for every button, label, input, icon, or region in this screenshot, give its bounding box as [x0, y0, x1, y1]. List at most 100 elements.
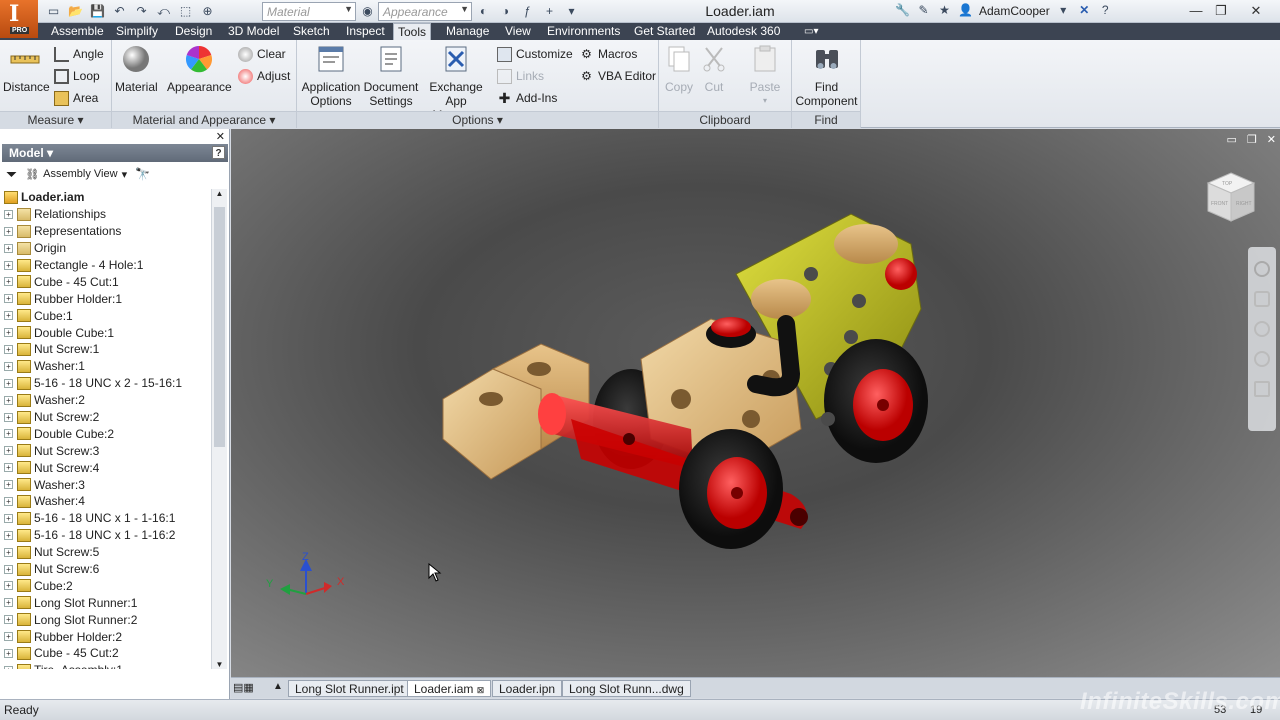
expand-icon[interactable]: +: [4, 429, 13, 439]
expand-icon[interactable]: +: [4, 581, 13, 591]
tree-node[interactable]: + Double Cube:2: [4, 425, 211, 442]
vba-editor-button[interactable]: ⚙ VBA Editor: [579, 67, 656, 85]
tab-assemble[interactable]: Assemble: [47, 23, 108, 40]
expand-icon[interactable]: +: [4, 311, 13, 321]
tree-node[interactable]: +5-16 - 18 UNC x 1 - 1-16:2: [4, 527, 211, 544]
expand-icon[interactable]: +: [4, 412, 13, 422]
customize-button[interactable]: Customize: [497, 45, 573, 63]
help-icon[interactable]: ?: [212, 146, 225, 159]
expand-icon[interactable]: +: [4, 598, 13, 608]
close-tab-icon[interactable]: ⊠: [477, 685, 485, 695]
settings-globe-icon[interactable]: ⊕: [200, 4, 215, 19]
undo-icon[interactable]: ↶: [112, 4, 127, 19]
filter-icon[interactable]: ⏷: [6, 166, 17, 183]
macros-button[interactable]: ⚙ Macros: [579, 45, 637, 63]
expand-icon[interactable]: +: [4, 530, 13, 540]
expand-icon[interactable]: +: [4, 243, 13, 253]
tree-node[interactable]: + Long Slot Runner:1: [4, 594, 211, 611]
doc-tab-long-slot-runner-ipt[interactable]: Long Slot Runner.ipt: [288, 680, 411, 697]
angle-button[interactable]: Angle: [54, 45, 104, 63]
tree-node[interactable]: + Nut Screw:3: [4, 442, 211, 459]
steering-wheel-icon[interactable]: [1254, 261, 1270, 277]
adjust-appearance-icon[interactable]: ◑: [498, 4, 513, 19]
tab-options-toggle-icon[interactable]: ▭▾: [800, 23, 822, 40]
expand-icon[interactable]: +: [4, 564, 13, 574]
appearance-button[interactable]: Appearance: [167, 44, 232, 94]
expand-icon[interactable]: +: [4, 226, 13, 236]
tree-node[interactable]: + Representations: [4, 223, 211, 240]
tree-node[interactable]: + Cube:1: [4, 307, 211, 324]
expand-icon[interactable]: +: [4, 648, 13, 658]
tree-node[interactable]: + Rubber Holder:1: [4, 290, 211, 307]
tree-node[interactable]: + Cube - 45 Cut:2: [4, 645, 211, 662]
tab-inspect[interactable]: Inspect: [342, 23, 389, 40]
help-icon[interactable]: ?: [1098, 3, 1113, 18]
restore-button[interactable]: ❐: [1205, 0, 1237, 22]
expand-icon[interactable]: +: [4, 277, 13, 287]
tree-node[interactable]: + Washer:1: [4, 358, 211, 375]
loop-button[interactable]: Loop: [54, 67, 100, 85]
user-name[interactable]: AdamCooper: [979, 4, 1050, 18]
look-at-icon[interactable]: [1254, 381, 1270, 397]
tree-node[interactable]: + Nut Screw:4: [4, 459, 211, 476]
tab-manage[interactable]: Manage: [442, 23, 493, 40]
expand-icon[interactable]: +: [4, 209, 13, 219]
paste-button[interactable]: Paste ▾: [747, 44, 783, 108]
expand-icon[interactable]: +: [4, 615, 13, 625]
expand-icon[interactable]: +: [4, 513, 13, 523]
zoom-icon[interactable]: [1254, 321, 1270, 337]
measure-panel-title[interactable]: Measure ▾: [0, 111, 111, 128]
tab-design[interactable]: Design: [171, 23, 216, 40]
tree-root[interactable]: Loader.iam: [4, 189, 211, 206]
tab-autodesk-360[interactable]: Autodesk 360: [703, 23, 784, 40]
expand-icon[interactable]: +: [4, 378, 13, 388]
tree-node[interactable]: + Double Cube:1: [4, 324, 211, 341]
tree-node[interactable]: + Washer:4: [4, 493, 211, 510]
star-icon[interactable]: ★: [937, 3, 952, 18]
adjust-button[interactable]: Adjust: [238, 67, 290, 85]
tab-3d-model[interactable]: 3D Model: [224, 23, 283, 40]
expand-icon[interactable]: +: [4, 395, 13, 405]
fx-icon[interactable]: ƒ: [520, 4, 535, 19]
expand-icon[interactable]: +: [4, 480, 13, 490]
browser-scrollbar[interactable]: ▲ ▼: [211, 189, 227, 669]
expand-icon[interactable]: +: [4, 294, 13, 304]
application-menu-button[interactable]: I PRO: [0, 0, 38, 38]
expand-icon[interactable]: +: [4, 665, 13, 669]
tab-sketch[interactable]: Sketch: [289, 23, 334, 40]
wrench-icon[interactable]: 🔧: [895, 3, 910, 18]
doc-tab-loader-iam[interactable]: Loader.iam ⊠: [407, 680, 492, 697]
tree-node[interactable]: + Relationships: [4, 206, 211, 223]
expand-icon[interactable]: +: [4, 463, 13, 473]
copy-button[interactable]: Copy: [661, 44, 697, 94]
loader-model[interactable]: [231, 129, 1280, 677]
tile-windows-icon[interactable]: ▤▦: [233, 681, 254, 694]
expand-icon[interactable]: +: [4, 496, 13, 506]
orbit-icon[interactable]: [1254, 351, 1270, 367]
distance-button[interactable]: Distance: [3, 44, 50, 94]
tab-get-started[interactable]: Get Started: [630, 23, 699, 40]
expand-icon[interactable]: +: [4, 328, 13, 338]
viewcube[interactable]: TOP FRONT RIGHT: [1202, 169, 1260, 227]
chevron-down-icon[interactable]: ▾: [564, 4, 579, 19]
tree-node[interactable]: + Nut Screw:1: [4, 341, 211, 358]
tab-environments[interactable]: Environments: [543, 23, 624, 40]
links-button[interactable]: Links: [497, 67, 544, 85]
tree-node[interactable]: + Cube - 45 Cut:1: [4, 273, 211, 290]
tab-simplify[interactable]: Simplify: [112, 23, 162, 40]
tools-icon[interactable]: ✎: [916, 3, 931, 18]
clear-button[interactable]: Clear: [238, 45, 286, 63]
expand-icon[interactable]: +: [4, 547, 13, 557]
graphics-viewport[interactable]: ▭ ❐ ✕ Z X Y TOP FRONT RIGHT: [231, 129, 1280, 677]
select-icon[interactable]: ⬚: [178, 4, 193, 19]
plus-icon[interactable]: +: [542, 4, 557, 19]
tree-node[interactable]: + Nut Screw:2: [4, 409, 211, 426]
material-combo[interactable]: Material ▼: [262, 2, 356, 21]
scroll-up-icon[interactable]: ▲: [212, 189, 227, 198]
tab-tools[interactable]: Tools: [393, 23, 432, 40]
find-component-button[interactable]: Find Component: [794, 44, 859, 108]
return-icon[interactable]: ⤺: [156, 4, 171, 19]
clear-appearance-icon[interactable]: ◐: [476, 4, 491, 19]
expand-icon[interactable]: +: [4, 632, 13, 642]
save-icon[interactable]: 💾: [90, 4, 105, 19]
